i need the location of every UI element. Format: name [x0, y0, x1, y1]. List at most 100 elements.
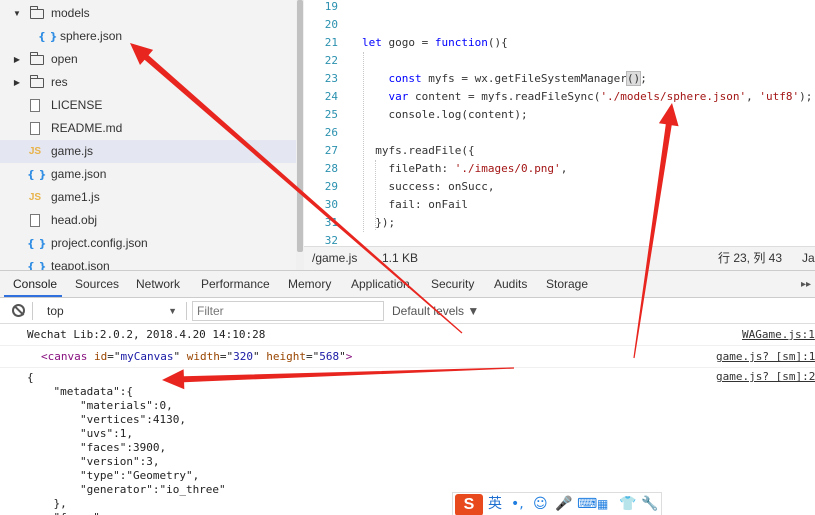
console-message: <canvas id="myCanvas" width="320" height…: [0, 346, 815, 368]
status-language[interactable]: Ja: [802, 247, 815, 270]
tree-item-game-json[interactable]: { } game.json: [0, 163, 296, 186]
tree-item-game1-js[interactable]: JS game1.js: [0, 186, 296, 209]
wrench-icon[interactable]: 🔧: [641, 495, 658, 513]
file-tree-scrollbar[interactable]: [296, 0, 304, 270]
tab-console[interactable]: Console: [13, 271, 57, 298]
file-icon: [30, 99, 40, 112]
console-message: Wechat Lib:2.0.2, 2018.4.20 14:10:28 WAG…: [0, 324, 815, 346]
chevron-right-icon[interactable]: ▶: [12, 71, 22, 94]
tree-item-label: README.md: [51, 121, 123, 135]
tree-item-game-js[interactable]: JS game.js: [0, 140, 296, 163]
tree-item-license[interactable]: LICENSE: [0, 94, 296, 117]
json-file-icon: { }: [27, 168, 47, 181]
skin-icon[interactable]: 👕: [619, 495, 636, 513]
line-number: 23: [324, 72, 338, 85]
tab-storage[interactable]: Storage: [546, 271, 588, 298]
tab-application[interactable]: Application: [351, 271, 410, 298]
html-attribute-name: height: [266, 350, 306, 363]
punctuation-icon[interactable]: •,: [511, 495, 524, 513]
tab-security[interactable]: Security: [431, 271, 474, 298]
code-line[interactable]: 29 success: onSucc,: [304, 178, 815, 196]
status-cursor-position[interactable]: 行 23, 列 43: [718, 247, 782, 270]
js-file-icon: JS: [28, 192, 42, 203]
line-number: 26: [324, 126, 338, 139]
line-number: 21: [324, 36, 338, 49]
tree-item-teapot-json[interactable]: { } teapot.json: [0, 255, 296, 270]
code-line[interactable]: 31 });: [304, 214, 815, 232]
tab-memory[interactable]: Memory: [288, 271, 331, 298]
code-line[interactable]: 28 filePath: './images/0.png',: [304, 160, 815, 178]
toolbar-divider: [32, 302, 33, 320]
log-levels-dropdown[interactable]: Default levels ▼: [392, 302, 479, 320]
tree-item-label: open: [51, 52, 78, 66]
tree-item-open[interactable]: ▶ open: [0, 48, 296, 71]
clear-console-icon[interactable]: [12, 304, 25, 317]
tree-item-sphere-json[interactable]: { } sphere.json: [0, 25, 296, 48]
code-line[interactable]: 22: [304, 52, 815, 70]
console-source-link[interactable]: game.js? [sm]:1: [716, 350, 815, 363]
context-select[interactable]: top ▼: [38, 302, 182, 320]
status-file-size: 1.1 KB: [382, 251, 419, 265]
line-number: 27: [324, 144, 338, 157]
code-line[interactable]: 26: [304, 124, 815, 142]
active-tab-indicator: [4, 295, 62, 297]
ime-logo-icon[interactable]: S: [455, 494, 483, 515]
chevron-right-icon[interactable]: ▶: [12, 48, 22, 71]
devtools-tab-bar: Console Sources Network Performance Memo…: [0, 270, 815, 298]
tab-audits[interactable]: Audits: [494, 271, 527, 298]
tab-sources[interactable]: Sources: [75, 271, 119, 298]
json-line: },: [27, 497, 67, 510]
js-file-icon: JS: [28, 146, 42, 157]
code-line[interactable]: 23 const myfs = wx.getFileSystemManager(…: [304, 70, 815, 88]
code-line[interactable]: 27 myfs.readFile({: [304, 142, 815, 160]
canvas-element-node[interactable]: <canvas id="myCanvas" width="320" height…: [41, 350, 352, 364]
status-file-path: /game.js: [312, 251, 358, 265]
code-line[interactable]: 21 let gogo = function(){: [304, 34, 815, 52]
tree-item-project-config-json[interactable]: { } project.config.json: [0, 232, 296, 255]
code-line[interactable]: 24 var content = myfs.readFileSync('./mo…: [304, 88, 815, 106]
tab-performance[interactable]: Performance: [201, 271, 270, 298]
code-text: fail: onFail: [362, 198, 468, 211]
json-line: "uvs":1,: [27, 427, 133, 440]
code-text: let gogo = function(){: [362, 36, 508, 49]
json-line: "vertices":4130,: [27, 413, 186, 426]
indent-guide: [375, 160, 376, 230]
ime-toolbar: S 英 •, ☺ 🎤 ⌨ ▦ 👕 🔧: [452, 492, 662, 515]
ime-mode-toggle[interactable]: 英: [488, 495, 502, 513]
microphone-icon[interactable]: 🎤: [555, 495, 572, 513]
console-filter-input[interactable]: [192, 301, 384, 321]
json-line: "materials":0,: [27, 399, 173, 412]
console-source-link[interactable]: game.js? [sm]:2: [716, 370, 815, 383]
emoji-icon[interactable]: ☺: [533, 495, 548, 513]
tree-item-readme-md[interactable]: README.md: [0, 117, 296, 140]
chevron-down-icon: ▼: [168, 306, 177, 316]
keyboard-icon[interactable]: ⌨: [577, 495, 597, 513]
tab-network[interactable]: Network: [136, 271, 180, 298]
tree-item-head-obj[interactable]: head.obj: [0, 209, 296, 232]
line-number: 25: [324, 108, 338, 121]
json-line: "faces":: [27, 511, 106, 515]
html-attribute-value: myCanvas: [120, 350, 174, 363]
code-line[interactable]: 25 console.log(content);: [304, 106, 815, 124]
tree-item-res[interactable]: ▶ res: [0, 71, 296, 94]
code-text: filePath: './images/0.png',: [362, 162, 568, 175]
code-text: myfs.readFile({: [362, 144, 475, 157]
file-tree-scrollbar-thumb[interactable]: [297, 0, 303, 252]
tree-item-models[interactable]: ▼ models: [0, 2, 296, 25]
code-line[interactable]: 19: [304, 0, 815, 16]
more-tabs-icon[interactable]: ▸▸: [801, 271, 811, 298]
toolbar-divider: [186, 302, 187, 320]
folder-icon: [30, 75, 44, 88]
code-line[interactable]: 30 fail: onFail: [304, 196, 815, 214]
line-number: 28: [324, 162, 338, 175]
line-number: 29: [324, 180, 338, 193]
code-line[interactable]: 32: [304, 232, 815, 246]
code-line[interactable]: 20: [304, 16, 815, 34]
console-message: { "metadata":{ "materials":0, "vertices"…: [0, 368, 815, 515]
json-line: "type":"Geometry",: [27, 469, 200, 482]
console-source-link[interactable]: WAGame.js:1: [742, 328, 815, 341]
grid-icon[interactable]: ▦: [597, 495, 608, 513]
chevron-down-icon[interactable]: ▼: [12, 2, 22, 25]
code-editor[interactable]: 19 20 21 let gogo = function(){ 22 23 const m…: [304, 0, 815, 246]
tree-item-label: game.js: [51, 144, 94, 158]
